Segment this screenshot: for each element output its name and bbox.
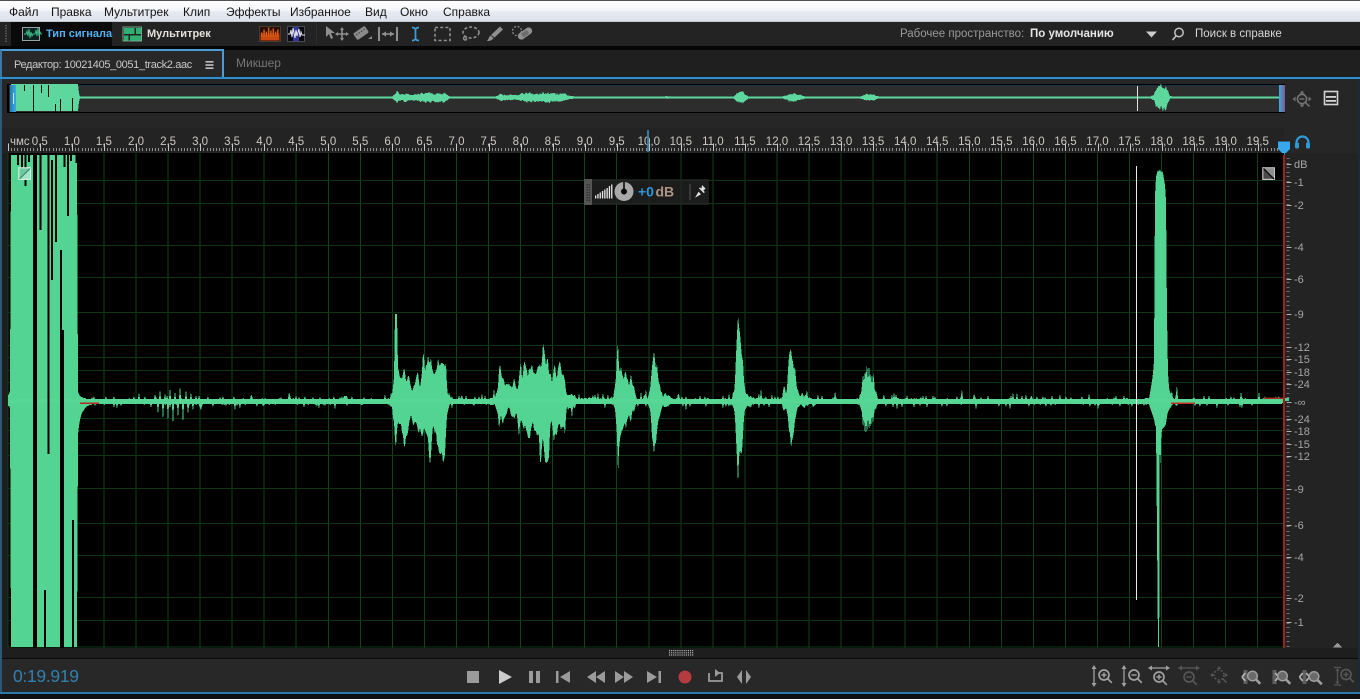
svg-text:-9: -9 xyxy=(1294,484,1304,496)
svg-text:9,0: 9,0 xyxy=(577,136,593,148)
svg-text:-15: -15 xyxy=(1294,354,1310,366)
svg-text:-2: -2 xyxy=(1294,200,1304,212)
svg-text:17,5: 17,5 xyxy=(1118,136,1140,148)
svg-text:10,5: 10,5 xyxy=(670,136,692,148)
svg-text:-6: -6 xyxy=(1294,274,1304,286)
svg-text:0,5: 0,5 xyxy=(32,136,48,148)
svg-text:+0: +0 xyxy=(638,184,654,200)
svg-text:-24: -24 xyxy=(1294,379,1310,391)
svg-text:18,5: 18,5 xyxy=(1182,136,1204,148)
svg-text:19,0: 19,0 xyxy=(1215,136,1237,148)
svg-text:-12: -12 xyxy=(1294,342,1310,354)
svg-text:dB: dB xyxy=(656,184,675,200)
svg-text:17,0: 17,0 xyxy=(1086,136,1108,148)
svg-text:-1: -1 xyxy=(1294,617,1304,629)
svg-text:-9: -9 xyxy=(1294,309,1304,321)
svg-text:-2: -2 xyxy=(1294,593,1304,605)
svg-text:7,5: 7,5 xyxy=(481,136,497,148)
svg-text:19,5: 19,5 xyxy=(1247,136,1269,148)
svg-text:8,0: 8,0 xyxy=(513,136,529,148)
svg-text:8,5: 8,5 xyxy=(545,136,561,148)
svg-text:dB: dB xyxy=(1294,159,1307,171)
svg-text:-18: -18 xyxy=(1294,426,1310,438)
svg-text:-1: -1 xyxy=(1294,177,1304,189)
svg-text:-15: -15 xyxy=(1294,439,1310,451)
svg-text:-4: -4 xyxy=(1294,242,1304,254)
svg-text:-12: -12 xyxy=(1294,451,1310,463)
svg-text:чмс: чмс xyxy=(10,136,30,148)
svg-text:-6: -6 xyxy=(1294,520,1304,532)
svg-text:-∞: -∞ xyxy=(1294,397,1306,409)
svg-text:-24: -24 xyxy=(1294,414,1310,426)
svg-text:9,5: 9,5 xyxy=(609,136,625,148)
svg-text:-4: -4 xyxy=(1294,552,1304,564)
svg-text:-18: -18 xyxy=(1294,367,1310,379)
svg-text:18,0: 18,0 xyxy=(1150,136,1172,148)
